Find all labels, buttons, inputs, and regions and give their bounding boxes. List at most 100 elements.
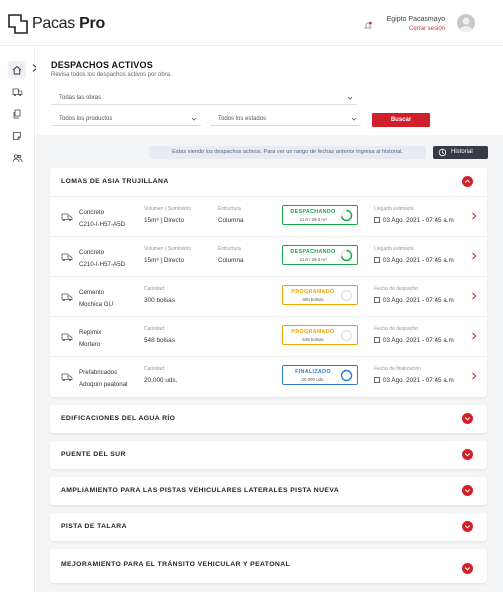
chevron-down-icon [191,117,197,121]
truck-icon [12,88,22,96]
date-label: Fecha de despacho [374,286,418,292]
date-text: 03 Ago. 2021 - 07:45 a.m [383,377,454,384]
product-name: Cemento [79,289,105,296]
project-title: PISTA DE TALARA [61,523,127,530]
truck-icon [61,289,73,301]
productos-select[interactable]: Todos los productos [51,112,201,126]
expand-toggle[interactable] [462,521,473,532]
sidebar-item-home[interactable] [8,61,26,79]
progress-ring-icon [340,289,353,302]
project-card[interactable]: PUENTE DEL SUR [50,441,487,469]
status-badge: DESPACHANDO 21.0 / 29.0 m³ [282,245,358,265]
despacho-row[interactable]: Repimix Mortero Cantidad 548 bolsas PROGRAMA… [50,316,487,356]
metric-value: 548 bolsas [144,337,175,344]
chevron-up-icon [464,179,471,183]
avatar[interactable] [457,14,475,32]
project-card[interactable]: EDIFICACIONES DEL AGUA RÍO [50,405,487,433]
date-text: 03 Ago. 2021 - 07:45 a.m [383,337,454,344]
metric-label: Volumen | Suministro [144,206,192,212]
despacho-row[interactable]: Concreto C210-I-H57-A5D Volumen | Suminist… [50,196,487,236]
brand-logo[interactable]: Pacas Pro [8,14,105,34]
chevron-right-icon[interactable] [471,252,477,260]
truck-icon [61,329,73,341]
progress-ring-icon [340,209,353,222]
project-card[interactable]: PISTA DE TALARA [50,513,487,541]
date-label: Fecha de finalización [374,366,421,372]
expand-toggle[interactable] [462,449,473,460]
truck-icon [61,249,73,261]
product-code: C210-I-H57-A5D [79,221,126,228]
expand-toggle[interactable] [462,563,473,574]
search-button[interactable]: Buscar [372,113,430,127]
estados-select[interactable]: Todos los estados [210,112,361,126]
truck-icon [61,369,73,381]
project-title: MEJORAMIENTO PARA EL TRÁNSITO VEHICULAR … [61,561,291,568]
status-badge: PROGRAMADO 548 bolsas [282,325,358,345]
sidebar-item-despachos[interactable] [10,85,24,99]
chevron-right-icon[interactable] [471,372,477,380]
product-code: Adoquín peatonal [79,381,128,388]
collapse-toggle[interactable] [462,176,473,187]
calendar-icon [374,337,380,343]
product-name: Repimix [79,329,102,336]
date-value: 03 Ago. 2021 - 07:45 a.m [374,377,454,384]
metric-value: 300 bolsas [144,297,175,304]
documents-icon [13,109,21,119]
page-title: DESPACHOS ACTIVOS [51,60,153,70]
product-code: Mortero [79,341,101,348]
obras-select[interactable]: Todas las obras [51,91,357,105]
date-value: 03 Ago. 2021 - 07:45 a.m [374,217,454,224]
metric-value: 20,000 uds. [144,377,178,384]
history-button[interactable]: Historial [433,146,488,159]
sidebar-item-reportes[interactable] [10,129,24,143]
chevron-right-icon[interactable] [471,212,477,220]
expand-toggle[interactable] [462,413,473,424]
metric-label: Cantidad [144,286,165,292]
calendar-icon [374,257,380,263]
brand-name: Pacas Pro [32,15,105,32]
status-detail: 300 bolsas [302,297,324,302]
estados-select-value: Todos los estados [218,116,267,122]
status-label: DESPACHANDO [290,209,336,215]
project-card[interactable]: AMPLIAMIENTO PARA LAS PISTAS VEHICULARES… [50,477,487,505]
status-detail: 20,000 uds. [301,377,325,382]
chevron-down-icon [464,567,471,571]
project-card[interactable]: MEJORAMIENTO PARA EL TRÁNSITO VEHICULAR … [50,549,487,583]
chevron-right-icon[interactable] [471,332,477,340]
history-icon [438,148,447,157]
status-badge: PROGRAMADO 300 bolsas [282,285,358,305]
despacho-row[interactable]: Cemento Mochica GU Cantidad 300 bolsas PROGR… [50,276,487,316]
metric-value: 15m³ | Directo [144,217,185,224]
main-content: DESPACHOS ACTIVOS Revisa todos los despa… [36,47,503,592]
project-title: AMPLIAMIENTO PARA LAS PISTAS VEHICULARES… [61,487,340,494]
chevron-down-icon [464,525,471,529]
expand-toggle[interactable] [462,485,473,496]
notification-bell-icon[interactable] [363,18,373,29]
project-card-header[interactable]: LOMAS DE ASIA TRUJILLANA [50,168,487,196]
truck-icon [61,209,73,221]
structure-value: Columna [218,217,244,224]
logout-link[interactable]: Cerrar sesión [387,26,445,32]
date-value: 03 Ago. 2021 - 07:45 a.m [374,257,454,264]
despacho-row[interactable]: Concreto C210-I-H57-A5D Volumen | Suminist… [50,236,487,276]
product-name: Prefabricados [79,369,118,376]
progress-ring-icon [340,329,353,342]
user-info: Egipto Pacasmayo Cerrar sesión [387,16,445,32]
calendar-icon [374,217,380,223]
date-value: 03 Ago. 2021 - 07:45 a.m [374,297,454,304]
sidebar-item-pedidos[interactable] [10,107,24,121]
project-card-expanded: LOMAS DE ASIA TRUJILLANA Concreto C210-I-… [50,168,487,397]
status-label: PROGRAMADO [291,289,335,295]
metric-value: 15m³ | Directo [144,257,185,264]
status-label: PROGRAMADO [291,329,335,335]
product-name: Concreto [79,209,105,216]
despacho-row[interactable]: Prefabricados Adoquín peatonal Cantidad 20,… [50,356,487,396]
sidebar-item-usuarios[interactable] [10,151,24,165]
project-title: PUENTE DEL SUR [61,451,126,458]
chevron-right-icon[interactable] [471,292,477,300]
product-code: Mochica GU [79,301,114,308]
metric-label: Cantidad [144,326,165,332]
chevron-down-icon [464,453,471,457]
logo-mark-icon [8,14,28,34]
date-text: 03 Ago. 2021 - 07:45 a.m [383,257,454,264]
